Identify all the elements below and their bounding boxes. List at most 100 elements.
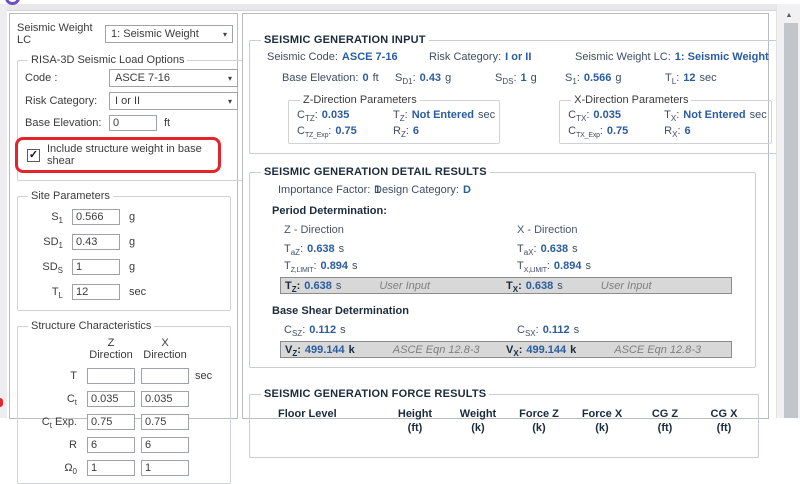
checkmark-icon: ✓ <box>29 150 38 161</box>
r-x-input[interactable] <box>141 437 189 453</box>
sds-label: SDS <box>27 261 63 273</box>
tl-result: TL: 12sec <box>665 72 717 84</box>
s1-result: S1: 0.566g <box>565 72 665 84</box>
risa-load-options-title: RISA-3D Seismic Load Options <box>28 54 187 66</box>
tz-source-note: User Input <box>379 280 430 292</box>
seismic-generation-force-results-section: SEISMIC GENERATION FORCE RESULTS Floor L… <box>249 388 759 458</box>
base-shear-heading: Base Shear Determination <box>272 305 749 317</box>
base-elev-result-label: Base Elevation: <box>282 72 358 84</box>
s1-input[interactable] <box>72 209 120 225</box>
omega0-x-input[interactable] <box>141 460 189 476</box>
x-direction-parameters-title: X-Direction Parameters <box>571 94 691 106</box>
code-select[interactable]: ASCE 7-16 ▾ <box>109 69 238 87</box>
risk-category-select[interactable]: I or II ▾ <box>109 92 238 110</box>
code-value: ASCE 7-16 <box>115 72 170 84</box>
site-parameters-group: Site Parameters S1 g SD1 g SDS g TL sec <box>17 190 231 311</box>
col-height: Height <box>398 408 432 420</box>
seismic-weight-lc-label: Seismic Weight LC <box>17 22 105 46</box>
risk-category-label: Risk Category: <box>25 95 109 107</box>
base-elevation-label: Base Elevation: <box>25 117 109 129</box>
tl-label: TL <box>27 286 63 298</box>
site-parameters-title: Site Parameters <box>28 190 113 202</box>
structure-characteristics-group: Structure Characteristics Z Direction X … <box>17 320 231 484</box>
csx-result: CSX: 0.112s <box>517 324 749 336</box>
s1-unit: g <box>129 211 159 223</box>
base-elevation-unit: ft <box>164 117 170 129</box>
scrollbar-thumb[interactable] <box>784 23 798 418</box>
omega0-z-input[interactable] <box>87 460 135 476</box>
col-cg-z: CG Z <box>652 408 678 420</box>
period-used-row: TZ: 0.638 s User Input TX: 0.638 s User … <box>280 277 732 294</box>
sd1-input[interactable] <box>72 234 120 250</box>
weight-lc-result-label: Seismic Weight LC: <box>575 51 671 63</box>
base-shear-row: VZ: 499.144 k ASCE Eqn 12.8-3 VX: 499.14… <box>280 341 732 358</box>
risk-category-result-value: I or II <box>505 51 531 63</box>
r-label: R <box>25 439 81 451</box>
t-unit: sec <box>195 370 219 382</box>
base-elevation-input[interactable] <box>109 115 157 131</box>
chevron-down-icon: ▾ <box>228 97 232 106</box>
sds-unit: g <box>129 261 159 273</box>
seismic-code-label: Seismic Code: <box>267 51 338 63</box>
include-weight-highlight-annotation: ✓ Include structure weight in base shear <box>15 137 221 173</box>
risa-load-options-group: RISA-3D Seismic Load Options Code : ASCE… <box>17 54 244 181</box>
sds-result: SDS: 1g <box>495 72 565 84</box>
csz-result: CSZ: 0.112s <box>284 324 517 336</box>
sds-input[interactable] <box>72 259 120 275</box>
seismic-generation-input-title: SEISMIC GENERATION INPUT <box>261 34 429 46</box>
ct-label: Ct <box>25 393 81 405</box>
include-weight-label: Include structure weight in base shear <box>47 143 214 167</box>
ct-exp-z-input[interactable] <box>87 414 135 430</box>
sd1-label: SD1 <box>27 236 63 248</box>
vx-eqn-note: ASCE Eqn 12.8-3 <box>614 344 701 356</box>
col-cg-x: CG X <box>711 408 738 420</box>
seismic-code-value: ASCE 7-16 <box>342 51 398 63</box>
vertical-scrollbar[interactable]: ▲ <box>776 4 800 418</box>
tx-source-note: User Input <box>601 280 652 292</box>
detail-results-title: SEISMIC GENERATION DETAIL RESULTS <box>261 166 490 178</box>
s1-label: S1 <box>27 211 63 223</box>
z-direction-parameters-title: Z-Direction Parameters <box>300 94 420 106</box>
tl-unit: sec <box>129 286 159 298</box>
z-direction-column-header: Z Direction <box>87 337 135 361</box>
period-determination-heading: Period Determination: <box>272 205 749 217</box>
t-x-input[interactable] <box>141 368 189 384</box>
r-z-input[interactable] <box>87 437 135 453</box>
scroll-up-arrow-icon[interactable]: ▲ <box>777 8 800 23</box>
col-force-x: Force X <box>582 408 622 420</box>
weight-lc-result-value: 1: Seismic Weight <box>675 51 769 63</box>
tax-result: TaX: 0.638s <box>517 243 749 255</box>
ct-exp-x-input[interactable] <box>141 414 189 430</box>
left-edge-strip <box>0 4 7 418</box>
risk-category-result-label: Risk Category: <box>429 51 501 63</box>
omega0-label: Ω0 <box>25 462 81 474</box>
risk-category-value: I or II <box>115 95 140 107</box>
col-weight: Weight <box>460 408 496 420</box>
seismic-weight-lc-select[interactable]: 1: Seismic Weight ▾ <box>105 25 233 43</box>
design-category-value: D <box>463 184 471 196</box>
vz-eqn-note: ASCE Eqn 12.8-3 <box>393 344 480 356</box>
taz-result: TaZ: 0.638s <box>284 243 517 255</box>
tzlimit-result: TZ,LIMIT: 0.894s <box>284 260 517 272</box>
seismic-weight-lc-value: 1: Seismic Weight <box>111 28 199 40</box>
code-label: Code : <box>25 72 109 84</box>
seismic-results-panel: SEISMIC GENERATION INPUT Seismic Code: A… <box>242 13 769 419</box>
importance-factor-label: Importance Factor: <box>278 184 370 196</box>
force-results-title: SEISMIC GENERATION FORCE RESULTS <box>261 388 489 400</box>
chevron-down-icon: ▾ <box>228 74 232 83</box>
sd1-result: SD1: 0.43g <box>395 72 495 84</box>
sd1-unit: g <box>129 236 159 248</box>
z-direction-parameters-box: Z-Direction Parameters CTZ: 0.035 TZ: No… <box>288 94 500 144</box>
txlimit-result: TX,LIMIT: 0.894s <box>517 260 749 272</box>
ct-x-input[interactable] <box>141 391 189 407</box>
col-force-z: Force Z <box>519 408 559 420</box>
seismic-weight-lc-row: Seismic Weight LC 1: Seismic Weight ▾ <box>17 22 233 46</box>
tl-input[interactable] <box>72 284 120 300</box>
ct-z-input[interactable] <box>87 391 135 407</box>
include-weight-checkbox[interactable]: ✓ <box>27 149 40 162</box>
top-divider-band <box>0 4 800 11</box>
t-z-input[interactable] <box>87 368 135 384</box>
x-direction-header: X - Direction <box>517 224 749 236</box>
col-floor-level: Floor Level <box>264 408 337 420</box>
design-category-label: Design Category: <box>374 184 459 196</box>
